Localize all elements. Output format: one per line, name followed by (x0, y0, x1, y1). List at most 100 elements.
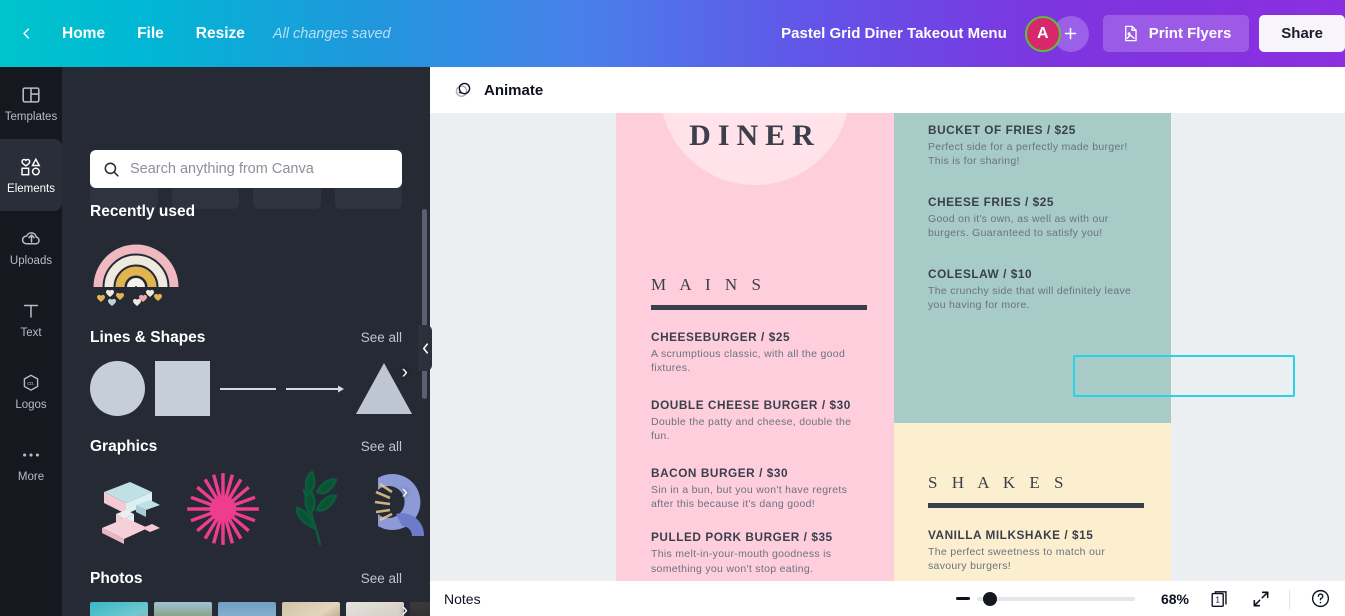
sidebar-item-elements[interactable]: Elements (0, 139, 62, 211)
section-header: Graphics See all (62, 438, 430, 456)
share-button[interactable]: Share (1259, 15, 1345, 52)
sidebar-item-label: Uploads (9, 254, 53, 267)
section-title: Graphics (90, 438, 158, 455)
mains-heading-block[interactable]: M A I N S (651, 275, 867, 310)
animate-button[interactable]: Animate (442, 73, 553, 107)
help-icon (1311, 589, 1330, 608)
menu-item-title: DOUBLE CHEESE BURGER / $30 (651, 397, 851, 412)
plant-graphic (295, 470, 338, 546)
search-bar[interactable] (90, 150, 402, 188)
see-all-link[interactable]: See all (361, 330, 402, 345)
zoom-slider[interactable] (976, 591, 1135, 606)
sidebar-item-logos[interactable]: co. Logos (0, 355, 62, 427)
photo-thumb[interactable] (90, 602, 148, 616)
design-header-title[interactable]: DINER (616, 119, 894, 153)
carousel-next-button[interactable]: › (402, 482, 408, 504)
photo-thumb[interactable] (218, 602, 276, 616)
sidebar-item-more[interactable]: More (0, 427, 62, 499)
zoom-out-button[interactable] (955, 597, 970, 600)
menu-item[interactable]: VANILLA MILKSHAKE / $15 The perfect swee… (928, 528, 1144, 574)
avatar[interactable]: A (1024, 15, 1061, 52)
canvas-stage[interactable]: DINER M A I N S CHEESEBURGER / $25 A scr… (430, 113, 1345, 616)
menu-item-desc: The crunchy side that will definitely le… (928, 284, 1132, 311)
menu-item-desc: A scrumptious classic, with all the good… (651, 348, 846, 375)
sidebar-item-label: Templates (4, 110, 58, 123)
sidebar-item-uploads[interactable]: Uploads (0, 211, 62, 283)
graphic-isometric-letter[interactable] (90, 470, 172, 548)
graphic-starburst[interactable] (182, 470, 264, 548)
menu-item[interactable]: CHEESE FRIES / $25 Good on it's own, as … (928, 195, 1140, 241)
shape-arrow[interactable] (286, 361, 344, 416)
graphic-plant[interactable] (274, 470, 356, 548)
canvas-area: Animate DINER M A I N S CHEESEBURGER / $… (430, 67, 1345, 616)
sidebar-item-text[interactable]: Text (0, 283, 62, 355)
menu-item-desc: Perfect side for a perfectly made burger… (928, 141, 1128, 168)
shape-circle[interactable] (90, 361, 145, 416)
print-flyers-button[interactable]: Print Flyers (1102, 15, 1250, 52)
elements-panel: Recently used (62, 67, 430, 616)
graphic-spiral[interactable] (366, 470, 426, 548)
shakes-divider (928, 503, 1144, 508)
section-title: Photos (90, 570, 143, 587)
menu-item-title: COLESLAW / $10 (928, 266, 1033, 281)
section-lines-shapes: Lines & Shapes See all › (62, 329, 430, 416)
mains-items-list: CHEESEBURGER / $25 A scrumptious classic… (651, 330, 867, 595)
carousel-next-button[interactable]: › (402, 600, 408, 616)
page-count-button[interactable]: 1 (1209, 588, 1231, 610)
menu-item[interactable]: CHEESEBURGER / $25 A scrumptious classic… (651, 330, 867, 376)
menu-item[interactable]: BACON BURGER / $30 Sin in a bun, but you… (651, 466, 867, 512)
lines-shapes-items (62, 361, 430, 416)
element-thumb-rainbow[interactable] (90, 235, 182, 307)
shakes-heading-block[interactable]: S H A K E S (928, 473, 1144, 508)
shape-square[interactable] (155, 361, 210, 416)
left-rail: Templates Elements Uploads Text co. Logo… (0, 67, 62, 616)
menu-item[interactable]: COLESLAW / $10 The crunchy side that wil… (928, 267, 1140, 313)
menu-item-title: BACON BURGER / $30 (651, 465, 789, 480)
zoom-level-label[interactable]: 68% (1161, 591, 1189, 607)
document-title[interactable]: Pastel Grid Diner Takeout Menu (769, 19, 1019, 48)
help-button[interactable] (1310, 588, 1331, 609)
sidebar-item-templates[interactable]: Templates (0, 67, 62, 139)
see-all-link[interactable]: See all (361, 571, 402, 586)
section-header: Lines & Shapes See all (62, 329, 430, 347)
back-button[interactable] (6, 14, 46, 54)
panel-scroll-region[interactable]: Recently used Lines & Shapes See all › G… (62, 203, 430, 616)
menu-item[interactable]: BUCKET OF FRIES / $25 Perfect side for a… (928, 123, 1140, 169)
see-all-link[interactable]: See all (361, 439, 402, 454)
photo-thumb[interactable] (410, 602, 430, 616)
bottombar-divider (1289, 588, 1290, 609)
photo-thumb[interactable] (282, 602, 340, 616)
mains-label: M A I N S (651, 275, 766, 294)
photos-items (62, 602, 430, 616)
logos-icon: co. (20, 371, 42, 395)
notes-button[interactable]: Notes (444, 591, 481, 607)
file-menu[interactable]: File (123, 17, 178, 51)
menu-item[interactable]: PULLED PORK BURGER / $35 This melt-in-yo… (651, 530, 867, 576)
design-page[interactable]: DINER M A I N S CHEESEBURGER / $25 A scr… (616, 113, 1171, 616)
section-header: Recently used (62, 203, 430, 221)
sides-items-list: BUCKET OF FRIES / $25 Perfect side for a… (928, 123, 1140, 331)
zoom-slider-knob[interactable] (982, 591, 997, 606)
sidebar-item-label: Text (20, 326, 42, 339)
photo-thumb[interactable] (154, 602, 212, 616)
design-column-sides: BUCKET OF FRIES / $25 Perfect side for a… (894, 113, 1171, 423)
photo-thumb[interactable] (346, 602, 404, 616)
svg-text:co.: co. (27, 381, 35, 387)
canvas-toolbar: Animate (430, 67, 1345, 113)
section-graphics: Graphics See all › (62, 438, 430, 548)
sidebar-item-label: Elements (7, 182, 55, 195)
shape-line[interactable] (220, 361, 276, 416)
expand-icon (1253, 591, 1269, 606)
rainbow-graphic (93, 244, 179, 306)
menu-item[interactable]: DOUBLE CHEESE BURGER / $30 Double the pa… (651, 398, 867, 444)
carousel-next-button[interactable]: › (402, 362, 408, 384)
search-input[interactable] (130, 161, 390, 177)
resize-button[interactable]: Resize (182, 17, 259, 51)
menu-item-desc: The perfect sweetness to match our savou… (928, 546, 1106, 573)
more-icon (20, 443, 42, 467)
uploads-icon (20, 227, 43, 251)
panel-collapse-handle[interactable] (418, 325, 432, 371)
home-button[interactable]: Home (48, 17, 119, 51)
fullscreen-button[interactable] (1251, 589, 1271, 609)
menu-item-desc: Sin in a bun, but you won't have regrets… (651, 483, 848, 510)
